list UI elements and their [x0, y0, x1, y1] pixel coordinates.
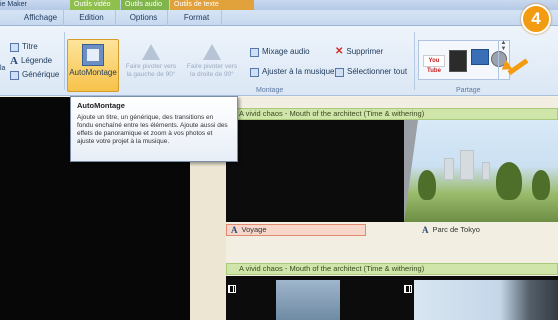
mixage-audio-label: Mixage audio: [262, 47, 310, 56]
music-track-band[interactable]: A vivid chaos - Mouth of the architect (…: [226, 263, 558, 275]
ribbon-separator: [64, 32, 65, 90]
ribbon-tab-row: Affichage Edition Options Format: [0, 10, 558, 26]
tab-affichage[interactable]: Affichage: [18, 10, 64, 26]
group-label-partage: Partage: [456, 87, 481, 94]
rotate-left-icon: [142, 42, 160, 60]
rotate-right-icon: [203, 42, 221, 60]
caption-voyage-label: Voyage: [241, 225, 267, 234]
computer-screen-icon[interactable]: [471, 49, 489, 65]
legende-label: Légende: [20, 56, 53, 65]
automontage-tooltip: AutoMontage Ajoute un titre, un génériqu…: [70, 96, 238, 162]
caption-parc-de-tokyo[interactable]: A Parc de Tokyo: [418, 224, 558, 236]
mobile-device-icon[interactable]: [449, 50, 467, 72]
fit-to-music-icon: [250, 67, 259, 77]
automontage-button[interactable]: AutoMontage: [67, 39, 119, 92]
ajuster-musique-label: Ajuster à la musique: [262, 67, 335, 76]
rotate-right-button[interactable]: Faire pivoter vers la droite de 90°: [185, 42, 239, 79]
generique-button[interactable]: Générique: [10, 69, 59, 81]
clip-voyage[interactable]: [226, 120, 404, 222]
automontage-label: AutoMontage: [69, 68, 117, 77]
generique-label: Générique: [22, 70, 60, 79]
caption-parc-label: Parc de Tokyo: [432, 225, 480, 234]
callout-number-badge: 4: [521, 4, 551, 34]
supprimer-button[interactable]: ✕ Supprimer: [335, 46, 383, 58]
clip-image: [414, 280, 558, 320]
context-tab-video-tools[interactable]: Outils vidéo: [70, 0, 120, 10]
credits-icon: [10, 70, 19, 80]
caption-text-icon: A: [231, 225, 238, 235]
film-grid-icon: [228, 285, 236, 293]
context-tab-audio-tools[interactable]: Outils audio: [121, 0, 169, 10]
tab-edition[interactable]: Edition: [68, 10, 116, 26]
tab-options[interactable]: Options: [120, 10, 168, 26]
cut-off-label: la: [0, 65, 6, 72]
context-tab-text-tools[interactable]: Outils de texte: [170, 0, 254, 10]
tree: [418, 170, 436, 200]
caption-text-icon: A: [422, 225, 429, 235]
delete-icon: ✕: [335, 46, 344, 57]
app-title: ie Maker: [0, 1, 27, 8]
title-icon: [10, 42, 19, 52]
share-gallery: You Tube: [418, 40, 510, 80]
tab-format[interactable]: Format: [172, 10, 222, 26]
group-label-montage: Montage: [256, 87, 284, 94]
building: [444, 158, 454, 180]
selectionner-tout-label: Sélectionner tout: [347, 67, 408, 76]
music-track-band[interactable]: A vivid chaos - Mouth of the architect (…: [226, 108, 558, 120]
ribbon-separator: [414, 32, 415, 90]
clip-image: [276, 280, 340, 320]
supprimer-label: Supprimer: [346, 47, 384, 56]
titre-label: Titre: [22, 42, 38, 51]
youtube-button[interactable]: You Tube: [423, 55, 445, 74]
ajuster-musique-button[interactable]: Ajuster à la musique: [250, 66, 334, 78]
mixage-audio-button[interactable]: Mixage audio: [250, 46, 310, 58]
title-bar: ie Maker Outils vidéo Outils audio Outil…: [0, 0, 558, 10]
caption-icon: A: [10, 55, 18, 67]
ribbon: la Titre A Légende Générique AutoMontage…: [0, 26, 558, 96]
audio-mix-icon: [250, 47, 259, 57]
building: [482, 162, 490, 180]
tree: [496, 162, 522, 200]
select-all-icon: [335, 67, 344, 77]
rotate-right-label: Faire pivoter vers la droite de 90°: [186, 63, 238, 78]
film-grid-icon: [404, 285, 412, 293]
tree: [532, 170, 550, 200]
rotate-left-label: Faire pivoter vers la gauche de 90°: [125, 63, 177, 78]
legende-button[interactable]: A Légende: [10, 55, 52, 67]
building: [460, 150, 474, 180]
rotate-left-button[interactable]: Faire pivoter vers la gauche de 90°: [124, 42, 178, 79]
titre-button[interactable]: Titre: [10, 41, 38, 53]
selectionner-tout-button[interactable]: Sélectionner tout: [335, 66, 407, 78]
caption-voyage[interactable]: A Voyage: [226, 224, 366, 236]
clip-parc-de-tokyo[interactable]: [404, 120, 558, 222]
tooltip-title: AutoMontage: [77, 101, 125, 110]
transition-marker: [404, 120, 418, 222]
automontage-icon: [82, 44, 104, 66]
tooltip-body: Ajoute un titre, un générique, des trans…: [77, 114, 228, 145]
